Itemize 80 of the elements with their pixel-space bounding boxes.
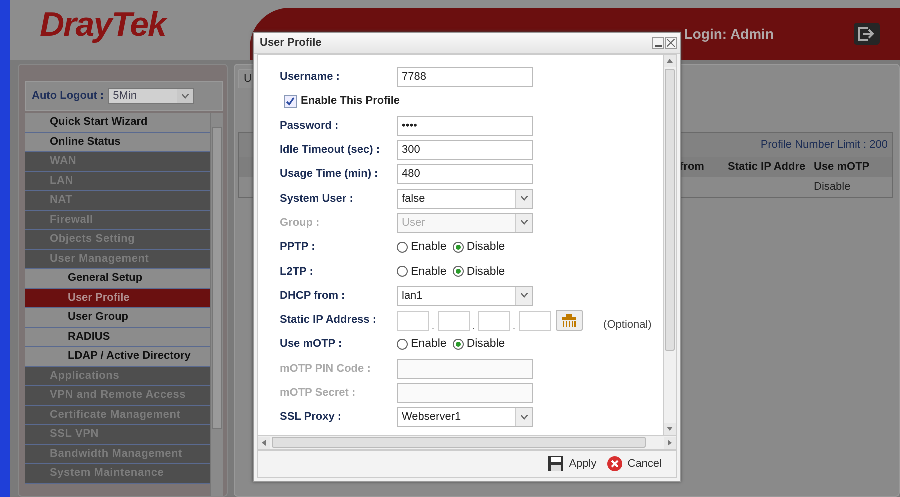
cancel-button[interactable]: Cancel [606, 456, 662, 472]
dot-separator: . [472, 320, 476, 331]
field-label: SSL Proxy : [280, 411, 343, 424]
menu-item[interactable]: Online Status [25, 132, 210, 152]
apply-button[interactable]: Apply [548, 456, 597, 472]
radio-label: Disable [466, 241, 506, 254]
ip-octet-field[interactable] [397, 310, 429, 331]
minimize-button[interactable] [652, 37, 664, 49]
menu-item[interactable]: LDAP / Active Directory [25, 347, 210, 366]
field-label: Group : [280, 216, 321, 229]
dropdown[interactable]: lan1 [397, 286, 533, 306]
ip-octet-field[interactable] [438, 310, 470, 331]
cancel-icon [606, 456, 623, 472]
chevron-down-icon [182, 94, 189, 98]
radio-button[interactable] [452, 266, 464, 278]
vertical-scrollbar[interactable] [663, 55, 676, 435]
chevron-down-icon [520, 196, 528, 202]
password-field[interactable]: •••• [397, 116, 533, 136]
menu-item[interactable]: General Setup [25, 269, 210, 288]
chevron-down-icon [520, 414, 528, 420]
scroll-right-icon[interactable] [668, 440, 672, 446]
field-label: Username : [280, 71, 341, 84]
radio-label: Disable [466, 338, 506, 350]
ip-octet-field[interactable] [478, 310, 510, 331]
input-field[interactable]: 480 [397, 164, 533, 184]
field-label: L2TP : [280, 266, 314, 278]
field-label: Use mOTP : [280, 338, 344, 350]
optional-note: (Optional) [604, 318, 652, 331]
input-field[interactable] [397, 383, 533, 403]
field-label: Password : [280, 120, 340, 132]
dialog-title: User Profile [260, 37, 322, 49]
scroll-left-icon[interactable] [262, 440, 266, 446]
field-label: Usage Time (min) : [280, 168, 380, 180]
menu-item[interactable]: Quick Start Wizard [25, 113, 210, 132]
dropdown[interactable]: false [397, 188, 533, 209]
input-field[interactable] [397, 358, 533, 379]
login-status: Login: Admin [684, 26, 774, 42]
radio-button[interactable] [452, 242, 464, 253]
scroll-down-icon[interactable] [667, 427, 673, 431]
checkbox-label: Enable This Profile [301, 95, 400, 108]
menu-item[interactable]: User Group [25, 308, 210, 328]
field-label: System User : [280, 192, 354, 205]
input-field[interactable]: 300 [397, 140, 533, 160]
field-label: PPTP : [280, 241, 316, 254]
radio-label: Disable [466, 266, 506, 278]
input-field[interactable]: 7788 [397, 67, 533, 88]
dropdown[interactable]: Webserver1 [397, 407, 533, 428]
radio-button[interactable] [397, 242, 408, 253]
field-label: mOTP Secret : [280, 387, 357, 399]
field-label: Static IP Address : [280, 314, 378, 326]
radio-button[interactable] [397, 266, 408, 278]
radio-label: Enable [411, 266, 447, 278]
logo: DrayTek [10, 0, 250, 60]
menu-item[interactable]: User Profile [25, 288, 210, 308]
table-cell-text: Disable [813, 181, 852, 193]
dot-separator: . [513, 320, 516, 331]
field-label: DHCP from : [280, 290, 346, 302]
auto-logout-label: Auto Logout : [32, 90, 104, 102]
network-icon [561, 314, 578, 327]
radio-button[interactable] [397, 338, 408, 350]
radio-label: Enable [411, 338, 447, 350]
field-label: Idle Timeout (sec) : [280, 144, 382, 156]
menu-item[interactable]: RADIUS [25, 328, 210, 347]
scrollbar[interactable] [210, 113, 223, 496]
horizontal-scrollbar[interactable] [257, 436, 677, 450]
radio-button[interactable] [452, 338, 464, 350]
checkbox[interactable] [284, 94, 297, 108]
column-header: Use mOTP [813, 161, 871, 173]
auto-logout-dropdown[interactable]: 5Min [108, 88, 194, 104]
field-label: mOTP PIN Code : [280, 362, 372, 375]
chevron-down-icon [520, 293, 528, 298]
dot-separator: . [432, 320, 435, 331]
logout-icon[interactable] [854, 23, 880, 45]
close-button[interactable] [665, 37, 677, 49]
ip-octet-field[interactable] [518, 310, 551, 331]
column-header: Static IP Addre [727, 161, 807, 173]
chevron-down-icon [520, 220, 528, 226]
column-header: from [679, 161, 706, 173]
ip-picker-button[interactable] [556, 310, 583, 331]
radio-label: Enable [411, 241, 447, 254]
